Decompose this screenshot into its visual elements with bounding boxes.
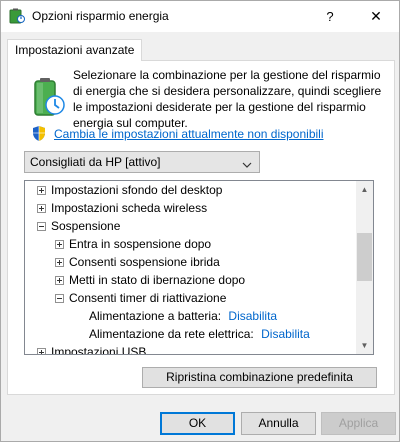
power-options-dialog: Opzioni risparmio energia ? ✕ Impostazio… xyxy=(0,0,400,442)
close-button[interactable]: ✕ xyxy=(353,1,399,32)
uac-shield-icon xyxy=(31,125,47,142)
plugged-in-value[interactable]: Disabilita xyxy=(261,327,310,341)
tree-item-hibernate-after[interactable]: Metti in stato di ibernazione dopo xyxy=(55,271,245,289)
chevron-down-icon xyxy=(242,156,252,168)
settings-tree[interactable]: Impostazioni sfondo del desktop Impostaz… xyxy=(24,180,374,355)
power-plan-selected: Consigliati da HP [attivo] xyxy=(30,155,161,169)
tree-item-on-battery[interactable]: Alimentazione a batteria: Disabilita xyxy=(89,307,277,325)
tree-scrollbar[interactable]: ▲ ▼ xyxy=(356,181,373,354)
collapse-icon[interactable] xyxy=(55,294,64,303)
title-bar: Opzioni risparmio energia ? ✕ xyxy=(1,1,399,32)
restore-defaults-button[interactable]: Ripristina combinazione predefinita xyxy=(142,367,377,388)
change-unavailable-settings-link[interactable]: Cambia le impostazioni attualmente non d… xyxy=(54,127,323,141)
window-title: Opzioni risparmio energia xyxy=(32,9,169,23)
on-battery-value[interactable]: Disabilita xyxy=(228,309,277,323)
plan-description: Selezionare la combinazione per la gesti… xyxy=(73,68,382,130)
power-plan-dropdown[interactable]: Consigliati da HP [attivo] xyxy=(24,151,260,173)
tree-item-sleep[interactable]: Sospensione xyxy=(37,217,120,235)
expand-icon[interactable] xyxy=(55,258,64,267)
help-button[interactable]: ? xyxy=(307,1,353,32)
tree-item-usb[interactable]: Impostazioni USB xyxy=(37,343,146,354)
expand-icon[interactable] xyxy=(55,240,64,249)
scroll-thumb[interactable] xyxy=(357,233,372,281)
scroll-up-icon[interactable]: ▲ xyxy=(356,181,373,198)
cancel-button[interactable]: Annulla xyxy=(241,412,316,435)
tree-item-plugged-in[interactable]: Alimentazione da rete elettrica: Disabil… xyxy=(89,325,310,343)
tree-item-sleep-after[interactable]: Entra in sospensione dopo xyxy=(55,235,211,253)
battery-plan-icon xyxy=(29,77,65,117)
tree-item-wake-timers[interactable]: Consenti timer di riattivazione xyxy=(55,289,226,307)
expand-icon[interactable] xyxy=(55,276,64,285)
expand-icon[interactable] xyxy=(37,204,46,213)
expand-icon[interactable] xyxy=(37,348,46,354)
ok-button[interactable]: OK xyxy=(160,412,235,435)
tree-item-desktop-background[interactable]: Impostazioni sfondo del desktop xyxy=(37,181,222,199)
tree-item-hybrid-sleep[interactable]: Consenti sospensione ibrida xyxy=(55,253,220,271)
power-options-icon xyxy=(9,8,25,24)
tab-advanced-settings[interactable]: Impostazioni avanzate xyxy=(7,39,143,61)
tree-item-wireless[interactable]: Impostazioni scheda wireless xyxy=(37,199,207,217)
expand-icon[interactable] xyxy=(37,186,46,195)
scroll-down-icon[interactable]: ▼ xyxy=(356,337,373,354)
collapse-icon[interactable] xyxy=(37,222,46,231)
apply-button[interactable]: Applica xyxy=(321,412,396,435)
